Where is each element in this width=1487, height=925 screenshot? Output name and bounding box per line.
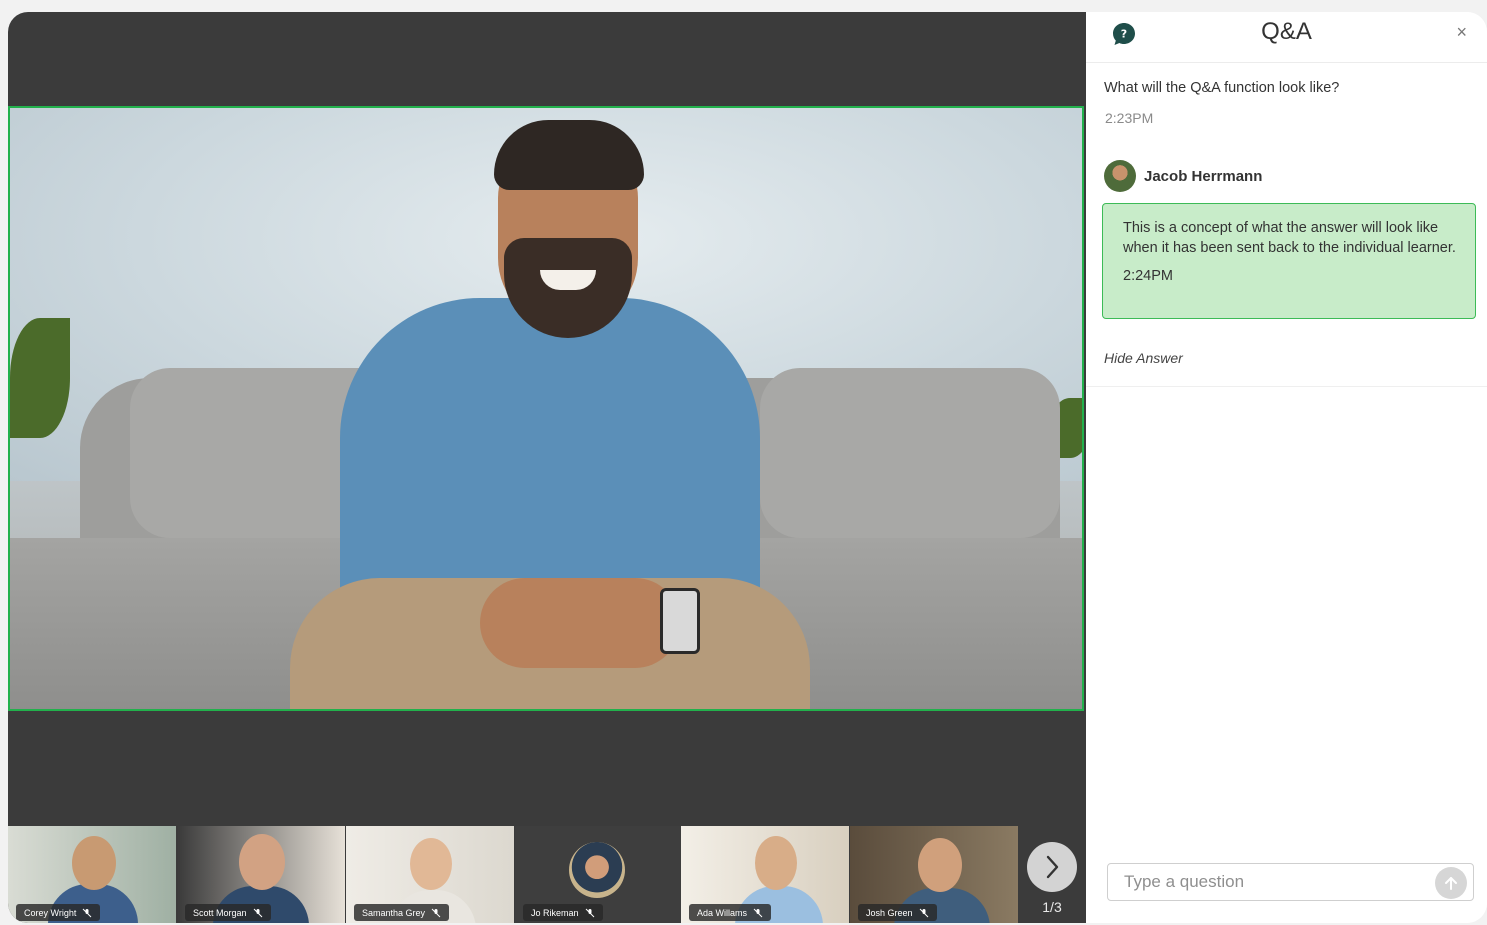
- qa-panel-header: ? Q&A ×: [1086, 12, 1487, 63]
- answer-text: This is a concept of what the answer wil…: [1123, 220, 1456, 256]
- meeting-window: Corey Wright Scott Morgan Samantha Grey: [8, 12, 1487, 923]
- mic-muted-icon: [753, 908, 763, 917]
- qa-panel: ? Q&A × What will the Q&A function look …: [1086, 12, 1487, 923]
- next-page-button[interactable]: [1027, 842, 1077, 892]
- participant-avatar: [569, 842, 625, 898]
- mic-muted-icon: [585, 908, 594, 917]
- participant-name-tag: Ada Willams: [689, 904, 772, 921]
- speaker-watch: [660, 588, 700, 654]
- participant-name-tag: Samantha Grey: [354, 904, 450, 921]
- participant-name-tag: Jo Rikeman: [523, 904, 603, 921]
- participant-name-tag: Scott Morgan: [185, 904, 271, 921]
- participant-face: [72, 836, 116, 890]
- participant-name: Scott Morgan: [193, 907, 247, 918]
- active-speaker-video[interactable]: [8, 106, 1084, 711]
- participant-tile[interactable]: Scott Morgan: [177, 826, 345, 923]
- avatar: [1104, 160, 1136, 192]
- send-button[interactable]: [1435, 867, 1467, 899]
- participant-name: Corey Wright: [24, 907, 77, 918]
- plant-left: [10, 318, 70, 438]
- answer-author: Jacob Herrmann: [1104, 160, 1262, 192]
- question-timestamp: 2:23PM: [1105, 110, 1154, 126]
- participant-tile[interactable]: Jo Rikeman: [515, 826, 683, 923]
- mic-muted-icon: [919, 908, 928, 917]
- mic-muted-icon: [431, 908, 441, 917]
- question-text: What will the Q&A function look like?: [1104, 80, 1340, 96]
- participant-name-tag: Josh Green: [858, 904, 937, 921]
- participant-name: Ada Willams: [697, 907, 748, 918]
- arrow-up-icon: [1445, 877, 1457, 890]
- participant-tile[interactable]: Josh Green: [850, 826, 1018, 923]
- chevron-right-icon: [1046, 855, 1059, 879]
- participant-name-tag: Corey Wright: [16, 904, 101, 921]
- mic-muted-icon: [83, 908, 92, 917]
- participant-strip: Corey Wright Scott Morgan Samantha Grey: [8, 826, 1086, 923]
- speaker-hands: [480, 578, 680, 668]
- participant-face: [239, 834, 285, 890]
- participant-tile[interactable]: Corey Wright: [8, 826, 176, 923]
- close-icon[interactable]: ×: [1456, 22, 1467, 43]
- participant-face: [410, 838, 452, 890]
- speaker-hair: [494, 120, 644, 190]
- video-stage: Corey Wright Scott Morgan Samantha Grey: [8, 12, 1086, 923]
- answerer-name: Jacob Herrmann: [1144, 167, 1263, 185]
- divider: [1086, 386, 1487, 387]
- participant-tile[interactable]: Ada Willams: [681, 826, 849, 923]
- mic-muted-icon: [253, 908, 262, 917]
- answer-timestamp: 2:24PM: [1123, 268, 1173, 284]
- panel-title: Q&A: [1261, 18, 1312, 45]
- participant-face: [918, 838, 962, 892]
- participant-tile[interactable]: Samantha Grey: [346, 826, 514, 923]
- participant-name: Samantha Grey: [362, 907, 426, 918]
- participant-name: Josh Green: [866, 907, 913, 918]
- participant-name: Jo Rikeman: [531, 907, 579, 918]
- participant-face: [755, 836, 797, 890]
- question-input[interactable]: [1107, 863, 1474, 901]
- hide-answer-link[interactable]: Hide Answer: [1104, 350, 1183, 366]
- answer-bubble: This is a concept of what the answer wil…: [1102, 203, 1476, 319]
- sofa-cushion-right: [760, 368, 1060, 538]
- page-indicator: 1/3: [1042, 899, 1062, 915]
